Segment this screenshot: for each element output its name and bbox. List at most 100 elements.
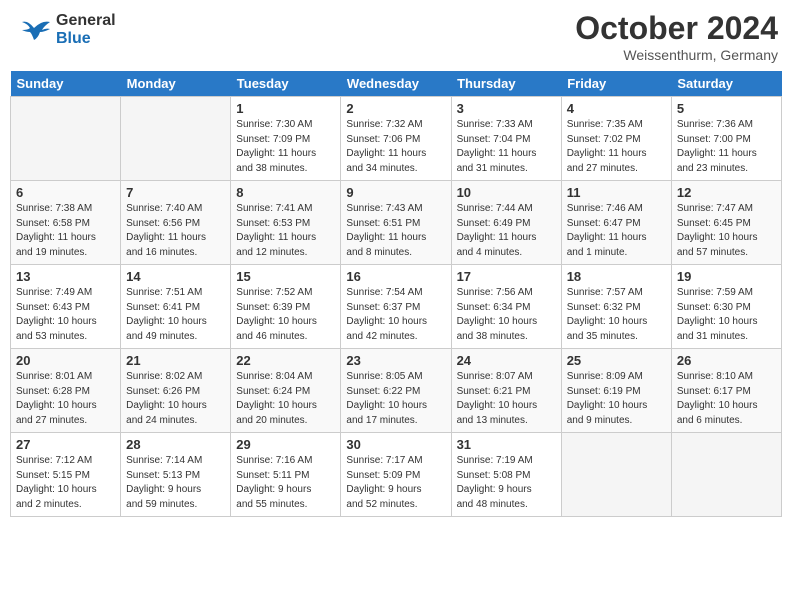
calendar-header-saturday: Saturday [671, 71, 781, 97]
day-number: 22 [236, 353, 335, 368]
calendar-cell: 8 Sunrise: 7:41 AM Sunset: 6:53 PM Daylig… [231, 181, 341, 265]
day-number: 1 [236, 101, 335, 116]
day-number: 27 [16, 437, 115, 452]
day-info: Sunrise: 7:59 AM Sunset: 6:30 PM Dayligh… [677, 286, 776, 344]
calendar-cell [121, 97, 231, 181]
day-number: 8 [236, 185, 335, 200]
day-number: 31 [457, 437, 556, 452]
location: Weissenthurm, Germany [575, 47, 778, 63]
day-info: Sunrise: 7:32 AM Sunset: 7:06 PM Dayligh… [346, 118, 445, 176]
calendar-cell: 16Sunrise: 7:54 AM Sunset: 6:37 PM Dayli… [341, 265, 451, 349]
day-number: 23 [346, 353, 445, 368]
day-number: 14 [126, 269, 225, 284]
day-info: Sunrise: 7:19 AM Sunset: 5:08 PM Dayligh… [457, 454, 556, 512]
day-number: 13 [16, 269, 115, 284]
day-info: Sunrise: 8:05 AM Sunset: 6:22 PM Dayligh… [346, 370, 445, 428]
day-info: Sunrise: 7:36 AM Sunset: 7:00 PM Dayligh… [677, 118, 776, 176]
day-number: 15 [236, 269, 335, 284]
calendar-cell: 2 Sunrise: 7:32 AM Sunset: 7:06 PM Daylig… [341, 97, 451, 181]
day-number: 12 [677, 185, 776, 200]
calendar-cell: 20Sunrise: 8:01 AM Sunset: 6:28 PM Dayli… [11, 349, 121, 433]
calendar-cell: 17 Sunrise: 7:56 AM Sunset: 6:34 PM Dayli… [451, 265, 561, 349]
calendar-cell: 5Sunrise: 7:36 AM Sunset: 7:00 PM Daylig… [671, 97, 781, 181]
calendar-cell: 28 Sunrise: 7:14 AM Sunset: 5:13 PM Dayli… [121, 433, 231, 517]
day-number: 28 [126, 437, 225, 452]
calendar-cell: 22 Sunrise: 8:04 AM Sunset: 6:24 PM Dayli… [231, 349, 341, 433]
calendar-week-1: 1 Sunrise: 7:30 AM Sunset: 7:09 PM Daylig… [11, 97, 782, 181]
calendar-cell: 19 Sunrise: 7:59 AM Sunset: 6:30 PM Dayli… [671, 265, 781, 349]
calendar-table: SundayMondayTuesdayWednesdayThursdayFrid… [10, 71, 782, 517]
calendar-body: 1 Sunrise: 7:30 AM Sunset: 7:09 PM Daylig… [11, 97, 782, 517]
calendar-week-3: 13 Sunrise: 7:49 AM Sunset: 6:43 PM Dayli… [11, 265, 782, 349]
day-info: Sunrise: 7:44 AM Sunset: 6:49 PM Dayligh… [457, 202, 556, 260]
day-info: Sunrise: 8:02 AM Sunset: 6:26 PM Dayligh… [126, 370, 225, 428]
day-info: Sunrise: 7:12 AM Sunset: 5:15 PM Dayligh… [16, 454, 115, 512]
day-info: Sunrise: 8:10 AM Sunset: 6:17 PM Dayligh… [677, 370, 776, 428]
calendar-cell: 24Sunrise: 8:07 AM Sunset: 6:21 PM Dayli… [451, 349, 561, 433]
calendar-cell: 1 Sunrise: 7:30 AM Sunset: 7:09 PM Daylig… [231, 97, 341, 181]
day-number: 21 [126, 353, 225, 368]
calendar-cell: 15 Sunrise: 7:52 AM Sunset: 6:39 PM Dayli… [231, 265, 341, 349]
day-info: Sunrise: 7:38 AM Sunset: 6:58 PM Dayligh… [16, 202, 115, 260]
day-info: Sunrise: 7:49 AM Sunset: 6:43 PM Dayligh… [16, 286, 115, 344]
calendar-header-monday: Monday [121, 71, 231, 97]
day-info: Sunrise: 7:57 AM Sunset: 6:32 PM Dayligh… [567, 286, 666, 344]
calendar-header-friday: Friday [561, 71, 671, 97]
calendar-cell: 10Sunrise: 7:44 AM Sunset: 6:49 PM Dayli… [451, 181, 561, 265]
calendar-cell: 9 Sunrise: 7:43 AM Sunset: 6:51 PM Daylig… [341, 181, 451, 265]
day-number: 19 [677, 269, 776, 284]
day-info: Sunrise: 8:01 AM Sunset: 6:28 PM Dayligh… [16, 370, 115, 428]
calendar-cell [671, 433, 781, 517]
calendar-cell: 18 Sunrise: 7:57 AM Sunset: 6:32 PM Dayli… [561, 265, 671, 349]
calendar-cell: 27 Sunrise: 7:12 AM Sunset: 5:15 PM Dayli… [11, 433, 121, 517]
calendar-header-thursday: Thursday [451, 71, 561, 97]
calendar-header-wednesday: Wednesday [341, 71, 451, 97]
calendar-cell: 11Sunrise: 7:46 AM Sunset: 6:47 PM Dayli… [561, 181, 671, 265]
calendar-cell: 26Sunrise: 8:10 AM Sunset: 6:17 PM Dayli… [671, 349, 781, 433]
day-info: Sunrise: 7:43 AM Sunset: 6:51 PM Dayligh… [346, 202, 445, 260]
day-info: Sunrise: 7:54 AM Sunset: 6:37 PM Dayligh… [346, 286, 445, 344]
calendar-header-sunday: Sunday [11, 71, 121, 97]
day-info: Sunrise: 7:41 AM Sunset: 6:53 PM Dayligh… [236, 202, 335, 260]
calendar-cell: 13 Sunrise: 7:49 AM Sunset: 6:43 PM Dayli… [11, 265, 121, 349]
calendar-week-5: 27 Sunrise: 7:12 AM Sunset: 5:15 PM Dayli… [11, 433, 782, 517]
day-info: Sunrise: 8:09 AM Sunset: 6:19 PM Dayligh… [567, 370, 666, 428]
day-info: Sunrise: 7:52 AM Sunset: 6:39 PM Dayligh… [236, 286, 335, 344]
logo-text: General Blue [56, 12, 116, 48]
calendar-cell: 31 Sunrise: 7:19 AM Sunset: 5:08 PM Dayli… [451, 433, 561, 517]
day-number: 17 [457, 269, 556, 284]
day-number: 11 [567, 185, 666, 200]
day-info: Sunrise: 8:04 AM Sunset: 6:24 PM Dayligh… [236, 370, 335, 428]
day-info: Sunrise: 7:40 AM Sunset: 6:56 PM Dayligh… [126, 202, 225, 260]
day-number: 18 [567, 269, 666, 284]
calendar-cell [11, 97, 121, 181]
logo-icon [14, 10, 54, 50]
calendar-cell: 23 Sunrise: 8:05 AM Sunset: 6:22 PM Dayli… [341, 349, 451, 433]
day-number: 9 [346, 185, 445, 200]
day-info: Sunrise: 7:33 AM Sunset: 7:04 PM Dayligh… [457, 118, 556, 176]
calendar-cell: 21 Sunrise: 8:02 AM Sunset: 6:26 PM Dayli… [121, 349, 231, 433]
day-info: Sunrise: 7:47 AM Sunset: 6:45 PM Dayligh… [677, 202, 776, 260]
day-number: 25 [567, 353, 666, 368]
calendar-cell: 29 Sunrise: 7:16 AM Sunset: 5:11 PM Dayli… [231, 433, 341, 517]
day-info: Sunrise: 8:07 AM Sunset: 6:21 PM Dayligh… [457, 370, 556, 428]
day-info: Sunrise: 7:16 AM Sunset: 5:11 PM Dayligh… [236, 454, 335, 512]
calendar-cell: 30Sunrise: 7:17 AM Sunset: 5:09 PM Dayli… [341, 433, 451, 517]
day-info: Sunrise: 7:14 AM Sunset: 5:13 PM Dayligh… [126, 454, 225, 512]
calendar-cell: 7 Sunrise: 7:40 AM Sunset: 6:56 PM Daylig… [121, 181, 231, 265]
day-number: 7 [126, 185, 225, 200]
logo: General Blue [14, 10, 116, 50]
day-number: 2 [346, 101, 445, 116]
day-number: 29 [236, 437, 335, 452]
day-info: Sunrise: 7:56 AM Sunset: 6:34 PM Dayligh… [457, 286, 556, 344]
month-title: October 2024 [575, 10, 778, 47]
calendar-week-2: 6Sunrise: 7:38 AM Sunset: 6:58 PM Daylig… [11, 181, 782, 265]
calendar-week-4: 20Sunrise: 8:01 AM Sunset: 6:28 PM Dayli… [11, 349, 782, 433]
calendar-cell: 14Sunrise: 7:51 AM Sunset: 6:41 PM Dayli… [121, 265, 231, 349]
day-info: Sunrise: 7:17 AM Sunset: 5:09 PM Dayligh… [346, 454, 445, 512]
calendar-header-row: SundayMondayTuesdayWednesdayThursdayFrid… [11, 71, 782, 97]
calendar-cell: 25 Sunrise: 8:09 AM Sunset: 6:19 PM Dayli… [561, 349, 671, 433]
day-number: 4 [567, 101, 666, 116]
day-info: Sunrise: 7:30 AM Sunset: 7:09 PM Dayligh… [236, 118, 335, 176]
day-info: Sunrise: 7:35 AM Sunset: 7:02 PM Dayligh… [567, 118, 666, 176]
